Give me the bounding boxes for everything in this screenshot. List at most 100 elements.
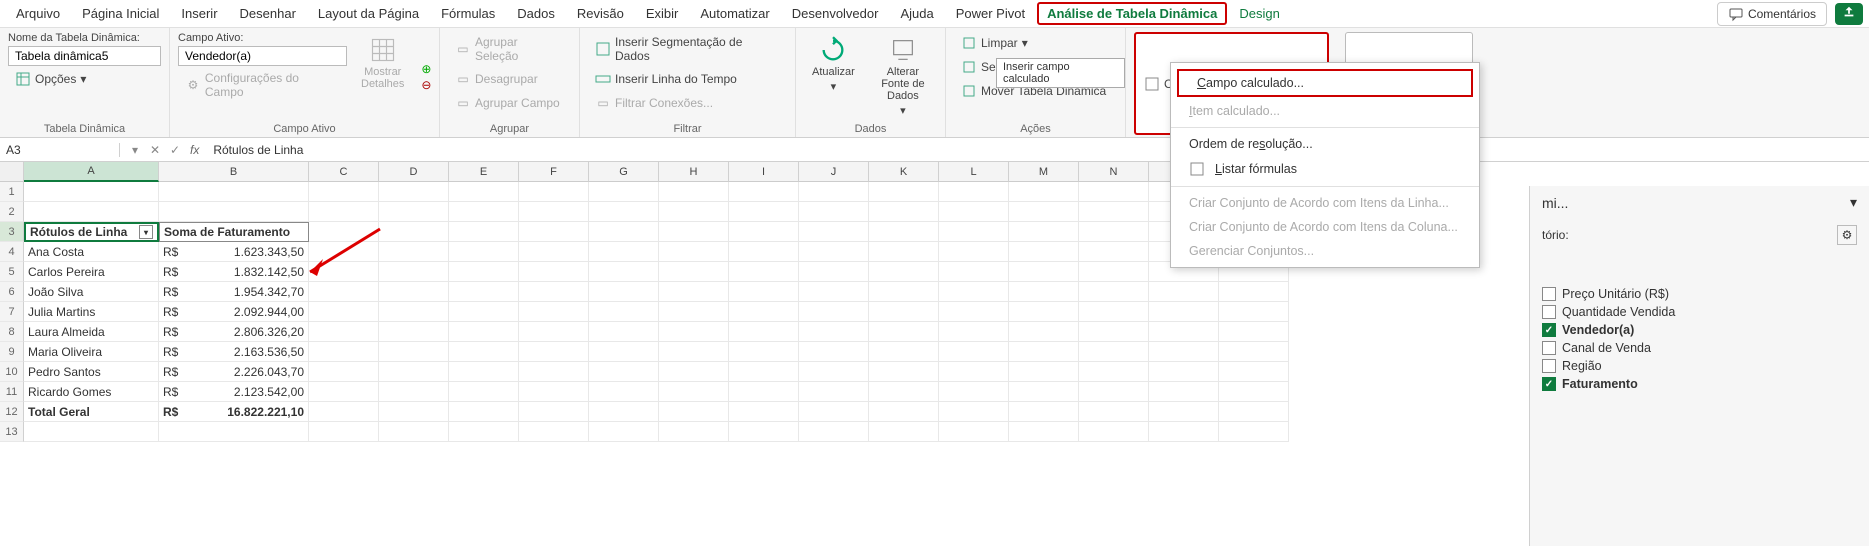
cell[interactable] — [729, 422, 799, 442]
menu-inserir[interactable]: Inserir — [171, 2, 227, 25]
cell[interactable] — [1219, 342, 1289, 362]
change-source-button[interactable]: Alterar Fonte de Dados▾ — [869, 32, 937, 121]
pivot-value-cell[interactable]: R$2.226.043,70 — [159, 362, 309, 382]
cell[interactable] — [1219, 382, 1289, 402]
cell[interactable] — [24, 422, 159, 442]
pivot-values-header[interactable]: Soma de Faturamento — [159, 222, 309, 242]
cell[interactable] — [1149, 302, 1219, 322]
cell[interactable] — [589, 362, 659, 382]
column-header[interactable]: K — [869, 162, 939, 182]
cell[interactable] — [1079, 242, 1149, 262]
cell[interactable] — [1149, 282, 1219, 302]
column-header[interactable]: C — [309, 162, 379, 182]
cell[interactable] — [1009, 222, 1079, 242]
field-checkbox-item[interactable]: ✓Vendedor(a) — [1542, 321, 1857, 339]
cell[interactable] — [939, 302, 1009, 322]
cell[interactable] — [1009, 362, 1079, 382]
row-header[interactable]: 2 — [0, 202, 24, 222]
checkbox-icon[interactable] — [1542, 287, 1556, 301]
cell[interactable] — [1009, 182, 1079, 202]
cell[interactable] — [159, 422, 309, 442]
row-header[interactable]: 9 — [0, 342, 24, 362]
row-header[interactable]: 4 — [0, 242, 24, 262]
cell[interactable] — [869, 262, 939, 282]
cell[interactable] — [589, 182, 659, 202]
cell[interactable] — [379, 322, 449, 342]
cell[interactable] — [1079, 182, 1149, 202]
cell[interactable] — [1079, 262, 1149, 282]
cell[interactable] — [24, 202, 159, 222]
cell[interactable] — [1009, 302, 1079, 322]
cell[interactable] — [1149, 342, 1219, 362]
column-header[interactable]: N — [1079, 162, 1149, 182]
menu-analise-tabela-dinamica[interactable]: Análise de Tabela Dinâmica — [1037, 2, 1227, 25]
cell[interactable] — [1219, 422, 1289, 442]
cell[interactable] — [379, 362, 449, 382]
cell[interactable] — [869, 242, 939, 262]
cell[interactable] — [659, 302, 729, 322]
cell[interactable] — [309, 322, 379, 342]
cell[interactable] — [449, 342, 519, 362]
cell[interactable] — [309, 182, 379, 202]
cell[interactable] — [869, 382, 939, 402]
cell[interactable] — [939, 382, 1009, 402]
cell[interactable] — [1079, 282, 1149, 302]
cell[interactable] — [449, 362, 519, 382]
cell[interactable] — [1219, 302, 1289, 322]
column-header[interactable]: G — [589, 162, 659, 182]
cell[interactable] — [309, 422, 379, 442]
cell[interactable] — [519, 322, 589, 342]
cell[interactable] — [1079, 402, 1149, 422]
cell[interactable] — [729, 222, 799, 242]
cell[interactable] — [799, 242, 869, 262]
cell[interactable] — [1009, 282, 1079, 302]
row-header[interactable]: 11 — [0, 382, 24, 402]
cell[interactable] — [1149, 362, 1219, 382]
column-header[interactable]: J — [799, 162, 869, 182]
cell[interactable] — [379, 382, 449, 402]
pivot-row-labels-header[interactable]: Rótulos de Linha▾ — [24, 222, 159, 242]
cell[interactable] — [519, 302, 589, 322]
cell[interactable] — [1009, 202, 1079, 222]
cell[interactable] — [939, 322, 1009, 342]
cell[interactable] — [729, 362, 799, 382]
menu-formulas[interactable]: Fórmulas — [431, 2, 505, 25]
cell[interactable] — [589, 342, 659, 362]
cell[interactable] — [519, 222, 589, 242]
cell[interactable] — [799, 322, 869, 342]
cell[interactable] — [1149, 422, 1219, 442]
cell[interactable] — [24, 182, 159, 202]
cell[interactable] — [799, 182, 869, 202]
cell[interactable] — [309, 202, 379, 222]
refresh-button[interactable]: Atualizar▾ — [804, 32, 863, 121]
cell[interactable] — [869, 322, 939, 342]
cell[interactable] — [1149, 322, 1219, 342]
checkbox-icon[interactable] — [1542, 359, 1556, 373]
pivot-value-cell[interactable]: R$2.806.326,20 — [159, 322, 309, 342]
menu-pagina-inicial[interactable]: Página Inicial — [72, 2, 169, 25]
cell[interactable] — [589, 302, 659, 322]
menu-dados[interactable]: Dados — [507, 2, 565, 25]
cell[interactable] — [1079, 302, 1149, 322]
cell[interactable] — [379, 402, 449, 422]
dd-ordem-resolucao[interactable]: Ordem de resolução... — [1171, 132, 1479, 156]
pivot-value-cell[interactable]: R$1.832.142,50 — [159, 262, 309, 282]
cell[interactable] — [449, 422, 519, 442]
cell[interactable] — [449, 402, 519, 422]
cell[interactable] — [799, 202, 869, 222]
menu-desenhar[interactable]: Desenhar — [230, 2, 306, 25]
field-checkbox-item[interactable]: Região — [1542, 357, 1857, 375]
cell[interactable] — [729, 342, 799, 362]
cell[interactable] — [1079, 362, 1149, 382]
menu-revisao[interactable]: Revisão — [567, 2, 634, 25]
cell[interactable] — [659, 262, 729, 282]
pivot-value-cell[interactable]: R$1.623.343,50 — [159, 242, 309, 262]
cell[interactable] — [589, 422, 659, 442]
pivot-value-cell[interactable]: R$2.092.944,00 — [159, 302, 309, 322]
checkbox-icon[interactable] — [1542, 341, 1556, 355]
pivot-row-label[interactable]: Ana Costa — [24, 242, 159, 262]
cell[interactable] — [379, 242, 449, 262]
cell[interactable] — [1079, 382, 1149, 402]
cell[interactable] — [449, 242, 519, 262]
cell[interactable] — [519, 242, 589, 262]
